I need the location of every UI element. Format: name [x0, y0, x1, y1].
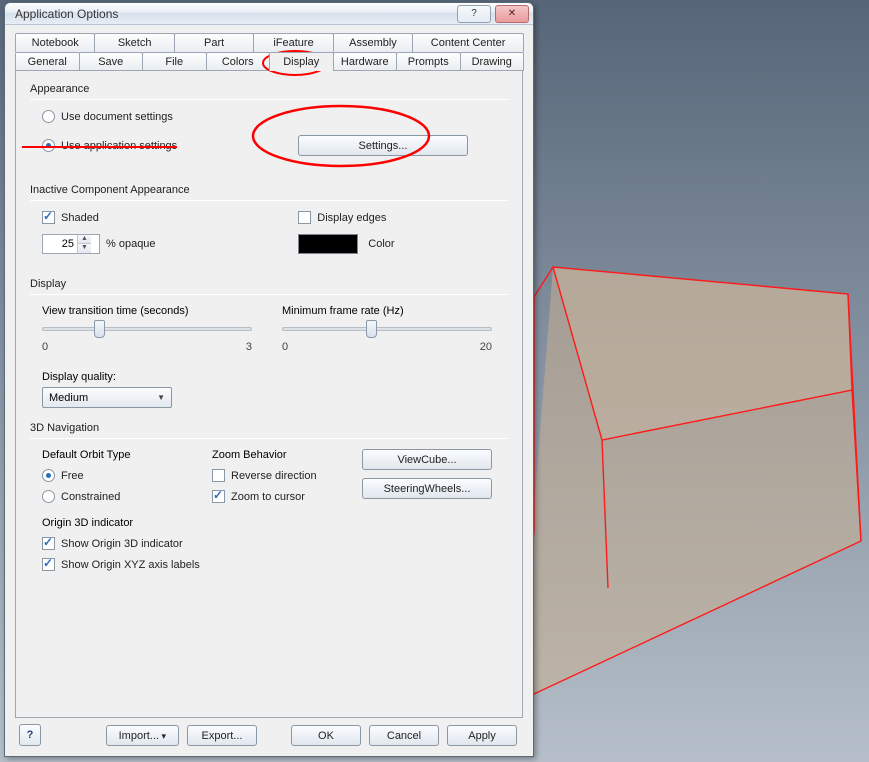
- tab-prompts[interactable]: Prompts: [396, 52, 461, 71]
- radio-use-application[interactable]: [42, 139, 55, 152]
- tab-colors[interactable]: Colors: [206, 52, 271, 71]
- label-display-edges: Display edges: [317, 212, 386, 224]
- slider-view-transition[interactable]: 03: [42, 317, 252, 341]
- label-min-frame: Minimum frame rate (Hz): [282, 305, 492, 317]
- footer-bar: ? Import... Export... OK Cancel Apply: [15, 718, 523, 750]
- titlebar[interactable]: Application Options ? ✕: [5, 3, 533, 25]
- tab-sketch[interactable]: Sketch: [94, 33, 174, 52]
- label-color: Color: [368, 238, 394, 250]
- window-title: Application Options: [15, 7, 455, 21]
- opaque-spinner[interactable]: ▲▼: [42, 234, 100, 254]
- check-show-xyz[interactable]: [42, 558, 55, 571]
- close-button[interactable]: ✕: [495, 5, 529, 23]
- check-shaded[interactable]: [42, 211, 55, 224]
- tab-save[interactable]: Save: [79, 52, 144, 71]
- settings-button[interactable]: Settings...: [298, 135, 468, 156]
- check-display-edges[interactable]: [298, 211, 311, 224]
- check-show-origin[interactable]: [42, 537, 55, 550]
- viewcube-button[interactable]: ViewCube...: [362, 449, 492, 470]
- label-display-quality: Display quality:: [42, 371, 508, 383]
- application-options-dialog: Application Options ? ✕ Notebook Sketch …: [4, 2, 534, 757]
- label-use-document: Use document settings: [61, 111, 173, 123]
- spin-up-icon[interactable]: ▲: [78, 235, 91, 244]
- chevron-down-icon: ▼: [157, 393, 165, 402]
- label-use-application: Use application settings: [61, 140, 177, 152]
- tab-drawing[interactable]: Drawing: [460, 52, 525, 71]
- section-3d-nav: 3D Navigation: [30, 422, 508, 434]
- tab-notebook[interactable]: Notebook: [15, 33, 95, 52]
- radio-orbit-free[interactable]: [42, 469, 55, 482]
- tab-display[interactable]: Display: [269, 52, 334, 71]
- label-view-transition: View transition time (seconds): [42, 305, 252, 317]
- tab-general[interactable]: General: [15, 52, 80, 71]
- check-reverse-direction[interactable]: [212, 469, 225, 482]
- tab-ifeature[interactable]: iFeature: [253, 33, 333, 52]
- apply-button[interactable]: Apply: [447, 725, 517, 746]
- tab-file[interactable]: File: [142, 52, 207, 71]
- label-orbit-type: Default Orbit Type: [42, 449, 212, 461]
- radio-orbit-constrained[interactable]: [42, 490, 55, 503]
- opaque-input[interactable]: [43, 238, 77, 250]
- tab-assembly[interactable]: Assembly: [333, 33, 413, 52]
- label-opaque: % opaque: [106, 238, 156, 250]
- cancel-button[interactable]: Cancel: [369, 725, 439, 746]
- ok-button[interactable]: OK: [291, 725, 361, 746]
- help-button[interactable]: ?: [19, 724, 41, 746]
- tab-hardware[interactable]: Hardware: [333, 52, 398, 71]
- section-appearance: Appearance: [30, 83, 508, 95]
- tab-strip: Notebook Sketch Part iFeature Assembly C…: [15, 33, 523, 71]
- tab-panel-display: Appearance Use document settings Use app…: [15, 70, 523, 718]
- color-swatch[interactable]: [298, 234, 358, 254]
- tab-part[interactable]: Part: [174, 33, 254, 52]
- section-inactive: Inactive Component Appearance: [30, 184, 508, 196]
- spin-down-icon[interactable]: ▼: [78, 244, 91, 253]
- label-origin-indicator: Origin 3D indicator: [42, 517, 508, 529]
- check-zoom-to-cursor[interactable]: [212, 490, 225, 503]
- steeringwheels-button[interactable]: SteeringWheels...: [362, 478, 492, 499]
- export-button[interactable]: Export...: [187, 725, 257, 746]
- radio-use-document[interactable]: [42, 110, 55, 123]
- section-display: Display: [30, 278, 508, 290]
- label-zoom-behavior: Zoom Behavior: [212, 449, 362, 461]
- label-shaded: Shaded: [61, 212, 99, 224]
- select-display-quality[interactable]: Medium ▼: [42, 387, 172, 408]
- help-titlebar-button[interactable]: ?: [457, 5, 491, 23]
- import-button[interactable]: Import...: [106, 725, 179, 746]
- tab-content-center[interactable]: Content Center: [412, 33, 524, 52]
- slider-min-frame[interactable]: 020: [282, 317, 492, 341]
